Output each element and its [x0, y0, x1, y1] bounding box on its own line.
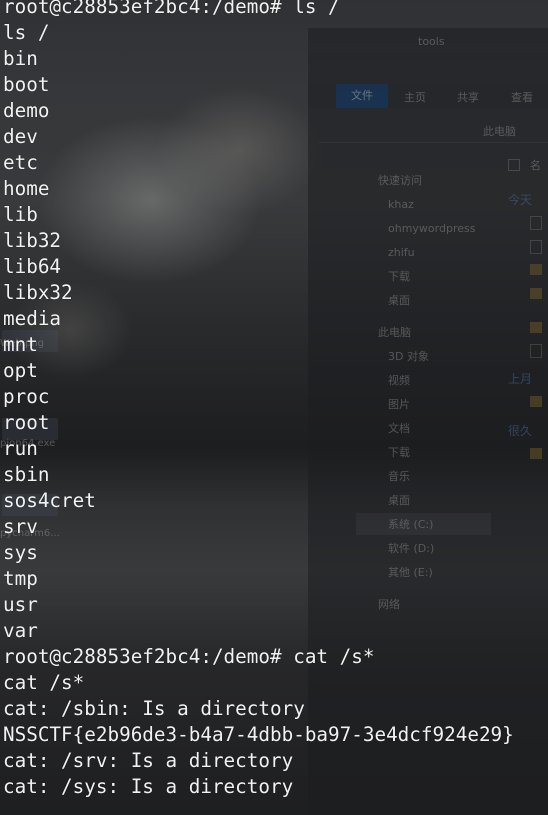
terminal-line: proc [3, 385, 50, 408]
terminal-line: root [3, 411, 50, 434]
terminal-line: root@c28853ef2bc4:/demo# cat /s* [3, 645, 375, 668]
terminal-line: sos4cret [3, 489, 96, 512]
terminal-output: root@c28853ef2bc4:/demo# ls / ls / bin boot… [3, 0, 514, 800]
terminal-line: sbin [3, 463, 50, 486]
terminal-line: home [3, 177, 50, 200]
terminal-line: bin [3, 47, 38, 70]
terminal-line: cat: /srv: Is a directory [3, 749, 294, 772]
terminal-line: NSSCTF{e2b96de3-b4a7-4dbb-ba97-3e4dcf924… [3, 723, 514, 746]
terminal-line: cat /s* [3, 671, 85, 694]
terminal-line: dev [3, 125, 38, 148]
terminal-line: lib32 [3, 229, 62, 252]
terminal-line: mnt [3, 333, 38, 356]
terminal-line: cat: /sbin: Is a directory [3, 697, 305, 720]
terminal-line: cat: /sys: Is a directory [3, 775, 294, 798]
terminal-line: sys [3, 541, 38, 564]
terminal-line: run [3, 437, 38, 460]
terminal-line: usr [3, 593, 38, 616]
terminal-line: tmp [3, 567, 38, 590]
terminal-line: media [3, 307, 62, 330]
terminal-line: lib64 [3, 255, 62, 278]
terminal-line: libx32 [3, 281, 73, 304]
terminal-line: var [3, 619, 38, 642]
terminal-line: demo [3, 99, 50, 122]
terminal-line: ls / [3, 21, 50, 44]
terminal-line: etc [3, 151, 38, 174]
terminal-line: root@c28853ef2bc4:/demo# ls / [3, 0, 340, 18]
terminal-line: opt [3, 359, 38, 382]
terminal-line: lib [3, 203, 38, 226]
terminal-window[interactable]: root@c28853ef2bc4:/demo# ls / ls / bin boot… [0, 0, 548, 815]
terminal-line: srv [3, 515, 38, 538]
terminal-line: boot [3, 73, 50, 96]
